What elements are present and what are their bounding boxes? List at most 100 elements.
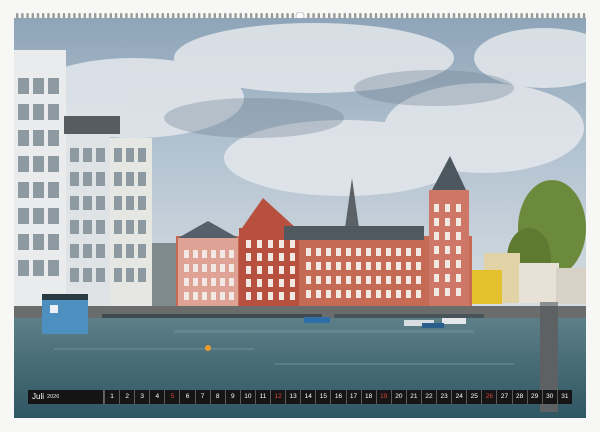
window — [96, 196, 105, 210]
window — [434, 204, 439, 212]
window — [346, 290, 351, 298]
day-cell: 6 — [179, 390, 195, 404]
window — [138, 196, 146, 210]
window — [434, 288, 439, 296]
month-label: Juli 2026 — [28, 390, 104, 404]
buoy — [205, 345, 211, 351]
window — [211, 264, 216, 272]
window — [456, 218, 461, 226]
window — [306, 290, 311, 298]
day-cell: 20 — [390, 390, 406, 404]
day-cell: 22 — [420, 390, 437, 404]
window — [202, 292, 207, 300]
window — [184, 292, 189, 300]
window — [211, 292, 216, 300]
window — [114, 196, 122, 210]
window — [70, 268, 79, 282]
window — [279, 240, 284, 248]
window — [279, 266, 284, 274]
window — [96, 172, 105, 186]
window — [48, 234, 59, 250]
day-cell: 4 — [149, 390, 165, 404]
window — [126, 172, 134, 186]
window — [366, 276, 371, 284]
window — [33, 130, 44, 146]
window — [416, 276, 421, 284]
window — [416, 262, 421, 270]
window — [316, 248, 321, 256]
window — [48, 104, 59, 120]
window — [386, 262, 391, 270]
window — [456, 232, 461, 240]
window — [220, 278, 225, 286]
window — [316, 262, 321, 270]
window — [257, 292, 262, 300]
window — [246, 240, 251, 248]
window — [290, 253, 295, 261]
window — [434, 232, 439, 240]
window — [306, 262, 311, 270]
window — [396, 262, 401, 270]
window — [229, 264, 234, 272]
window — [114, 268, 122, 282]
window — [126, 268, 134, 282]
window — [268, 266, 273, 274]
calendar-page: Juli 2026 1 2 3 4 5 6 7 8 9 10 11 12 13 14 15 16 17 18 19 2… — [0, 0, 600, 432]
window — [434, 246, 439, 254]
day-cell: 14 — [300, 390, 316, 404]
window — [48, 260, 59, 276]
window — [306, 248, 311, 256]
window — [316, 276, 321, 284]
day-cell: 21 — [405, 390, 421, 404]
window — [70, 220, 79, 234]
window — [96, 268, 105, 282]
window — [138, 220, 146, 234]
window — [33, 234, 44, 250]
window — [33, 104, 44, 120]
window — [445, 260, 450, 268]
day-cell: 9 — [224, 390, 240, 404]
window — [48, 130, 59, 146]
window — [193, 264, 198, 272]
window — [346, 248, 351, 256]
day-cell: 29 — [526, 390, 542, 404]
window — [434, 218, 439, 226]
window — [366, 290, 371, 298]
window — [396, 276, 401, 284]
day-cell: 5 — [164, 390, 180, 404]
window — [376, 290, 381, 298]
window — [18, 260, 29, 276]
window — [229, 292, 234, 300]
day-cell: 3 — [134, 390, 150, 404]
window — [336, 290, 341, 298]
window — [316, 290, 321, 298]
window — [202, 278, 207, 286]
window — [366, 262, 371, 270]
window — [48, 156, 59, 172]
window — [456, 204, 461, 212]
window — [246, 279, 251, 287]
window — [211, 278, 216, 286]
window — [220, 264, 225, 272]
window — [257, 253, 262, 261]
window — [346, 262, 351, 270]
window — [193, 292, 198, 300]
window — [83, 268, 92, 282]
window — [445, 274, 450, 282]
window — [246, 253, 251, 261]
window — [406, 290, 411, 298]
window — [456, 260, 461, 268]
window — [386, 248, 391, 256]
window — [184, 264, 189, 272]
window — [336, 262, 341, 270]
window — [202, 264, 207, 272]
window — [246, 266, 251, 274]
window — [126, 148, 134, 162]
day-cell: 12 — [270, 390, 286, 404]
window — [290, 266, 295, 274]
window — [346, 276, 351, 284]
window — [33, 260, 44, 276]
window — [246, 292, 251, 300]
day-cell: 25 — [466, 390, 482, 404]
window — [18, 78, 29, 94]
